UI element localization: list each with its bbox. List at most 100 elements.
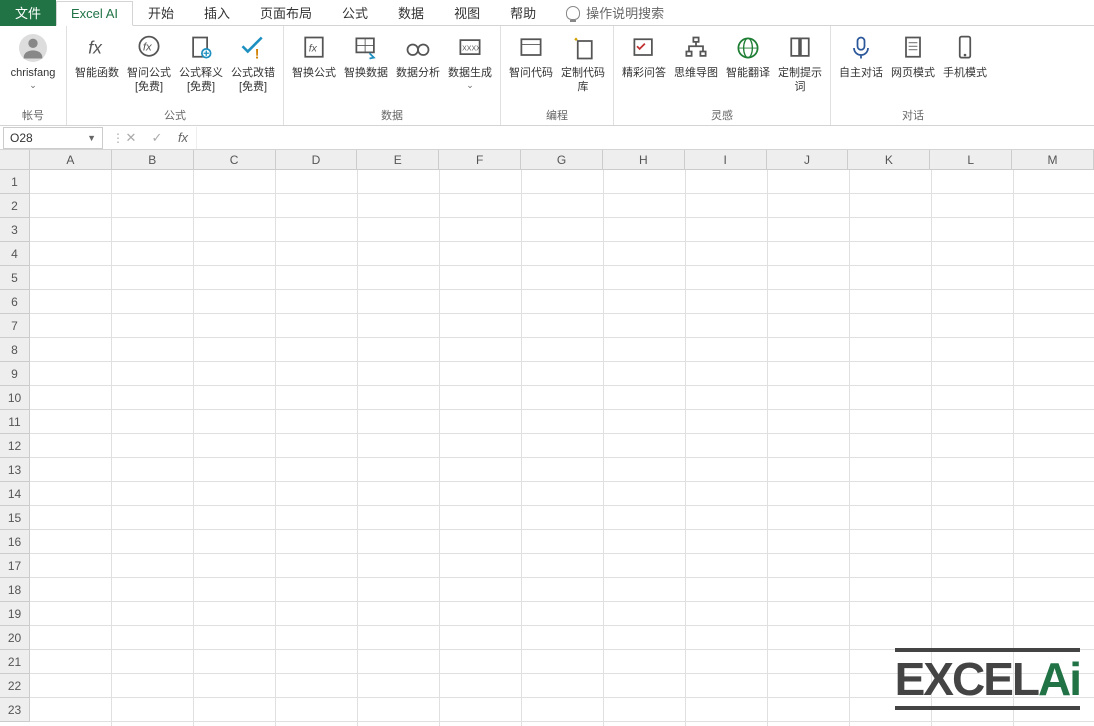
confirm-formula-button[interactable]: ✓ — [144, 130, 170, 146]
cells-area[interactable] — [30, 170, 1094, 726]
column-header[interactable]: D — [276, 150, 358, 169]
row-header[interactable]: 13 — [0, 458, 29, 482]
row-header[interactable]: 21 — [0, 650, 29, 674]
mindmap-button[interactable]: 思维导图 — [672, 30, 720, 105]
ask-code-button[interactable]: 智问代码 — [507, 30, 555, 105]
row-header[interactable]: 20 — [0, 626, 29, 650]
tab-help[interactable]: 帮助 — [495, 0, 551, 26]
xxxx-icon: XXXX — [454, 32, 486, 64]
row-header[interactable]: 10 — [0, 386, 29, 410]
lightbulb-icon — [566, 6, 580, 20]
ribbon: chrisfang ⌄ 帐号 fx 智能函数 fx 智问公式 [免费] — [0, 26, 1094, 126]
row-header[interactable]: 23 — [0, 698, 29, 722]
column-header[interactable]: B — [112, 150, 194, 169]
row-header[interactable]: 22 — [0, 674, 29, 698]
column-header[interactable]: H — [603, 150, 685, 169]
name-box[interactable]: O28 ▼ — [3, 127, 103, 149]
dropdown-caret-icon: ⌄ — [466, 80, 474, 92]
tab-insert[interactable]: 插入 — [189, 0, 245, 26]
column-header[interactable]: J — [767, 150, 849, 169]
formula-bar-separator: ⋮ — [106, 131, 118, 145]
select-all-corner[interactable] — [0, 150, 30, 170]
column-header[interactable]: I — [685, 150, 767, 169]
row-header[interactable]: 3 — [0, 218, 29, 242]
formula-input[interactable] — [196, 127, 1094, 149]
row-header[interactable]: 14 — [0, 482, 29, 506]
column-header[interactable]: K — [848, 150, 930, 169]
prompts-button[interactable]: 定制提示词 — [776, 30, 824, 105]
ribbon-group-formula: fx 智能函数 fx 智问公式 [免费] 公式释义 [免费] ! — [67, 26, 284, 125]
account-button[interactable]: chrisfang ⌄ — [6, 30, 60, 105]
row-header[interactable]: 1 — [0, 170, 29, 194]
column-header[interactable]: M — [1012, 150, 1094, 169]
data-generate-button[interactable]: XXXX 数据生成 ⌄ — [446, 30, 494, 105]
column-header[interactable]: G — [521, 150, 603, 169]
data-analyze-button[interactable]: 数据分析 — [394, 30, 442, 105]
swap-data-button[interactable]: 智换数据 — [342, 30, 390, 105]
insert-function-button[interactable]: fx — [170, 130, 196, 145]
auto-chat-button[interactable]: 自主对话 — [837, 30, 885, 105]
row-header[interactable]: 5 — [0, 266, 29, 290]
phone-icon — [949, 32, 981, 64]
row-header[interactable]: 11 — [0, 410, 29, 434]
web-mode-button[interactable]: 网页模式 — [889, 30, 937, 105]
tab-data[interactable]: 数据 — [383, 0, 439, 26]
qa-button[interactable]: 精彩问答 — [620, 30, 668, 105]
ribbon-tabs: 文件 Excel AI 开始 插入 页面布局 公式 数据 视图 帮助 操作说明搜… — [0, 0, 1094, 26]
tell-me-label: 操作说明搜索 — [586, 3, 664, 22]
ribbon-group-account: chrisfang ⌄ 帐号 — [0, 26, 67, 125]
row-header[interactable]: 2 — [0, 194, 29, 218]
row-header[interactable]: 8 — [0, 338, 29, 362]
row-header[interactable]: 9 — [0, 362, 29, 386]
row-header[interactable]: 18 — [0, 578, 29, 602]
window-icon — [515, 32, 547, 64]
formula-explain-button[interactable]: 公式释义 [免费] — [177, 30, 225, 105]
tab-home[interactable]: 开始 — [133, 0, 189, 26]
row-headers[interactable]: 1234567891011121314151617181920212223 — [0, 170, 30, 722]
column-header[interactable]: F — [439, 150, 521, 169]
name-box-value: O28 — [10, 131, 33, 145]
formula-bar: O28 ▼ ⋮ ✕ ✓ fx — [0, 126, 1094, 150]
row-header[interactable]: 7 — [0, 314, 29, 338]
row-header[interactable]: 4 — [0, 242, 29, 266]
fx-circle-icon: fx — [133, 32, 165, 64]
tell-me-search[interactable]: 操作说明搜索 — [551, 0, 679, 26]
fx-icon: fx — [81, 32, 113, 64]
group-label-dialogue: 对话 — [902, 105, 924, 123]
row-header[interactable]: 19 — [0, 602, 29, 626]
avatar-icon — [19, 34, 47, 62]
tab-file[interactable]: 文件 — [0, 0, 56, 26]
tab-formulas[interactable]: 公式 — [327, 0, 383, 26]
column-header[interactable]: A — [30, 150, 112, 169]
column-header[interactable]: E — [357, 150, 439, 169]
row-header[interactable]: 12 — [0, 434, 29, 458]
formula-fix-button[interactable]: ! 公式改错 [免费] — [229, 30, 277, 105]
swap-formula-button[interactable]: fx 智换公式 — [290, 30, 338, 105]
grid-arrow-icon — [350, 32, 382, 64]
cancel-formula-button[interactable]: ✕ — [118, 130, 144, 146]
grid-check-icon — [628, 32, 660, 64]
spreadsheet-grid[interactable]: ABCDEFGHIJKLM 12345678910111213141516171… — [0, 150, 1094, 726]
row-header[interactable]: 15 — [0, 506, 29, 530]
svg-text:fx: fx — [88, 37, 103, 57]
ask-formula-button[interactable]: fx 智问公式 [免费] — [125, 30, 173, 105]
watermark-bar-top — [895, 648, 1080, 652]
mic-icon — [845, 32, 877, 64]
tab-view[interactable]: 视图 — [439, 0, 495, 26]
tab-layout[interactable]: 页面布局 — [245, 0, 327, 26]
group-label-programming: 编程 — [546, 105, 568, 123]
column-headers[interactable]: ABCDEFGHIJKLM — [30, 150, 1094, 170]
smart-function-button[interactable]: fx 智能函数 — [73, 30, 121, 105]
column-header[interactable]: L — [930, 150, 1012, 169]
row-header[interactable]: 6 — [0, 290, 29, 314]
translate-button[interactable]: 智能翻译 — [724, 30, 772, 105]
tab-excel-ai[interactable]: Excel AI — [56, 1, 133, 26]
account-username: chrisfang — [11, 66, 56, 80]
row-header[interactable]: 16 — [0, 530, 29, 554]
column-header[interactable]: C — [194, 150, 276, 169]
code-library-button[interactable]: 定制代码库 — [559, 30, 607, 105]
mobile-mode-button[interactable]: 手机模式 — [941, 30, 989, 105]
group-label-formula: 公式 — [164, 105, 186, 123]
watermark-bar-bottom — [895, 706, 1080, 710]
row-header[interactable]: 17 — [0, 554, 29, 578]
